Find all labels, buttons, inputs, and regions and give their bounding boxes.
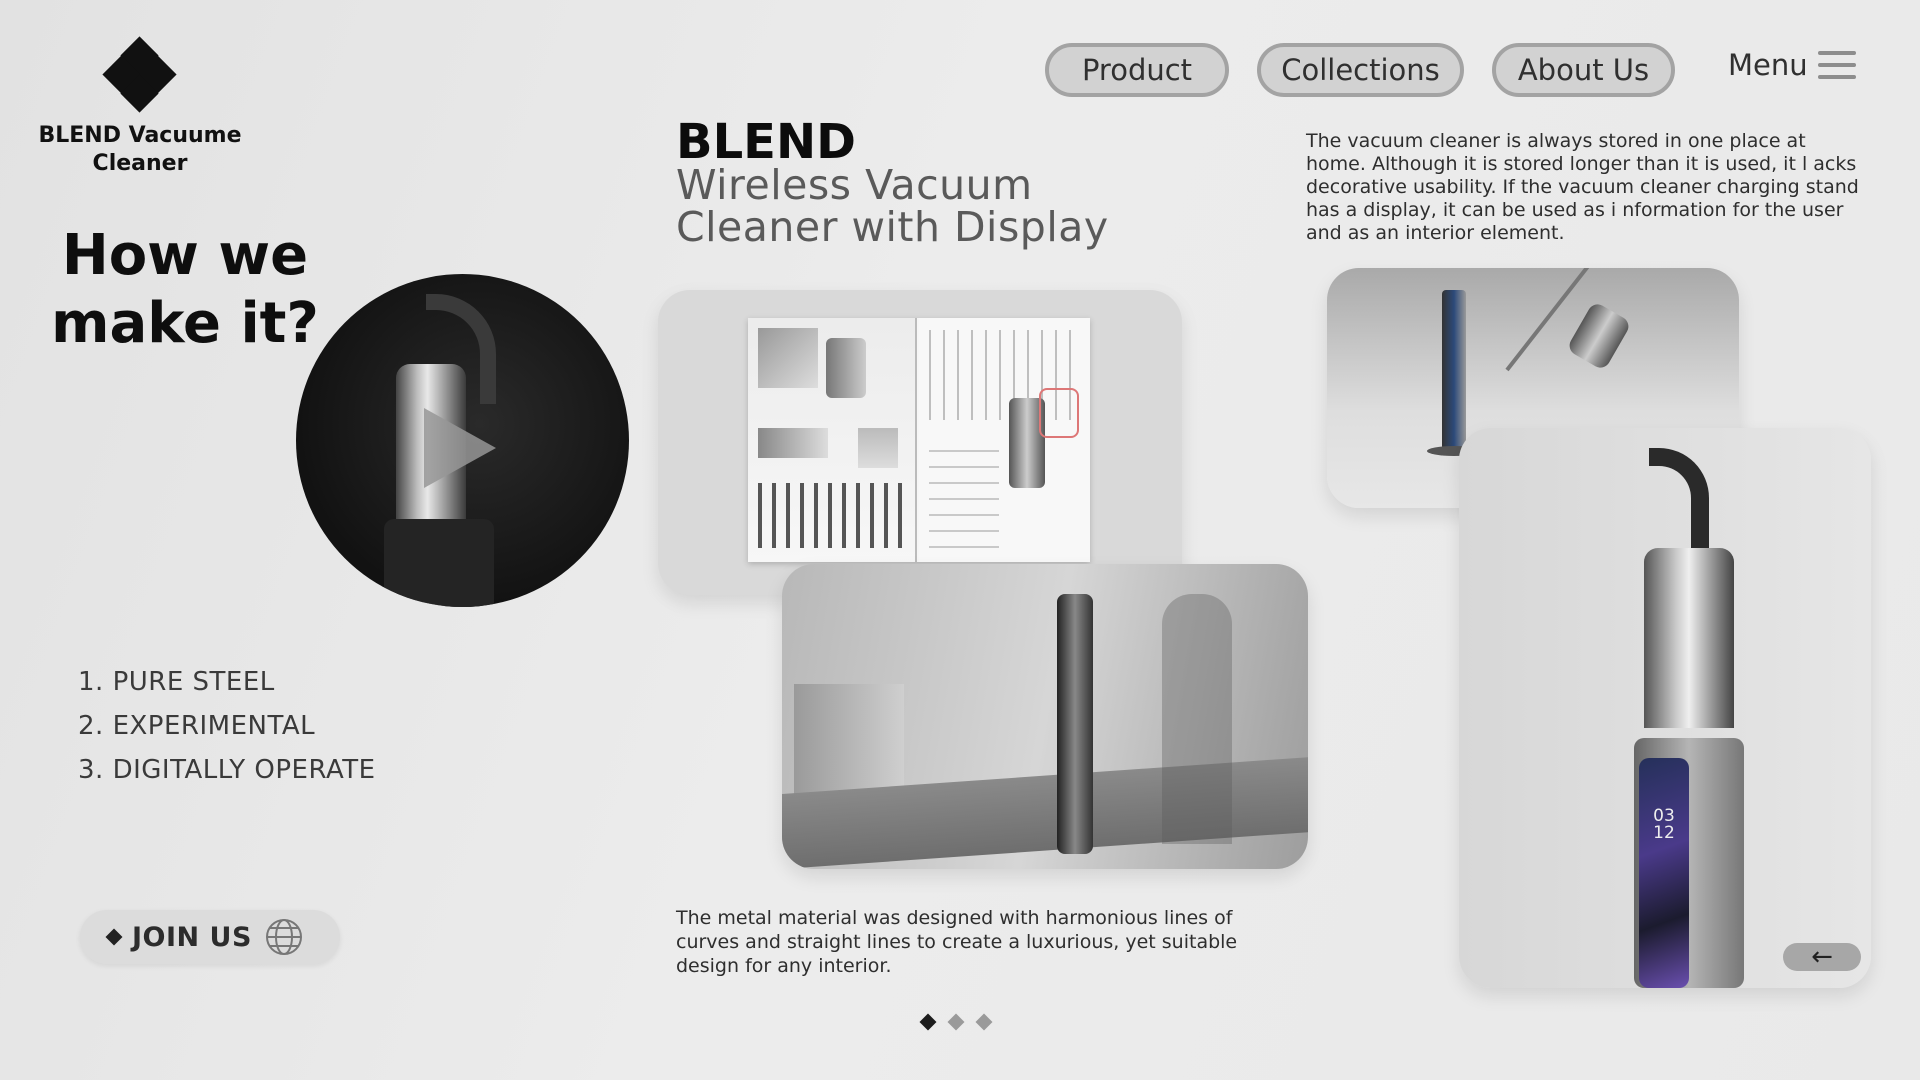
play-icon[interactable] [424, 408, 496, 488]
subtitle-line: Cleaner with Display [676, 203, 1109, 251]
diamond-icon [105, 928, 123, 946]
description-bottom: The metal material was designed with har… [676, 907, 1238, 977]
carousel-dot[interactable] [919, 1013, 937, 1031]
carousel-indicator [919, 1013, 993, 1031]
vacuum-base-shape [384, 519, 494, 607]
feature-list: 1. PURE STEEL 2. EXPERIMENTAL 3. DIGITAL… [78, 660, 376, 792]
carousel-dot[interactable] [975, 1013, 993, 1031]
list-item: 3. DIGITALLY OPERATE [78, 755, 376, 785]
menu-label: Menu [1728, 48, 1808, 82]
arrow-left-icon: ← [1811, 942, 1833, 972]
sketchbook-image [658, 290, 1182, 595]
product-subtitle: Wireless Vacuum Cleaner with Display [676, 164, 1109, 248]
diamond-cluster-icon [98, 34, 182, 118]
nav-collections[interactable]: Collections [1257, 43, 1464, 97]
join-us-label: JOIN US [132, 921, 252, 953]
video-thumbnail[interactable] [296, 274, 629, 607]
carousel-dot[interactable] [947, 1013, 965, 1031]
product-closeup-image: 03 12 [1459, 428, 1871, 988]
menu-button[interactable]: Menu [1728, 48, 1856, 82]
sketch-page-right [919, 318, 1090, 562]
nav-product[interactable]: Product [1045, 43, 1229, 97]
page-heading: How we make it? [51, 223, 319, 356]
brand-logo[interactable]: BLEND Vacuume Cleaner [30, 34, 250, 178]
display-readout-line: 12 [1653, 823, 1675, 843]
nav-about-us[interactable]: About Us [1492, 43, 1675, 97]
hamburger-icon [1817, 51, 1856, 79]
room-scene-image [782, 564, 1308, 869]
list-item: 1. PURE STEEL [78, 667, 275, 697]
sketch-page-left [748, 318, 917, 562]
list-item: 2. EXPERIMENTAL [78, 711, 316, 741]
globe-icon [265, 919, 302, 955]
brand-name: BLEND Vacuume Cleaner [38, 123, 242, 176]
join-us-button[interactable]: JOIN US [80, 910, 340, 964]
description-top: The vacuum cleaner is always stored in o… [1306, 130, 1859, 244]
back-arrow-button[interactable]: ← [1783, 942, 1861, 972]
display-screen: 03 12 [1639, 758, 1689, 988]
subtitle-line: Wireless Vacuum [676, 161, 1033, 209]
sketchbook [748, 318, 1090, 562]
